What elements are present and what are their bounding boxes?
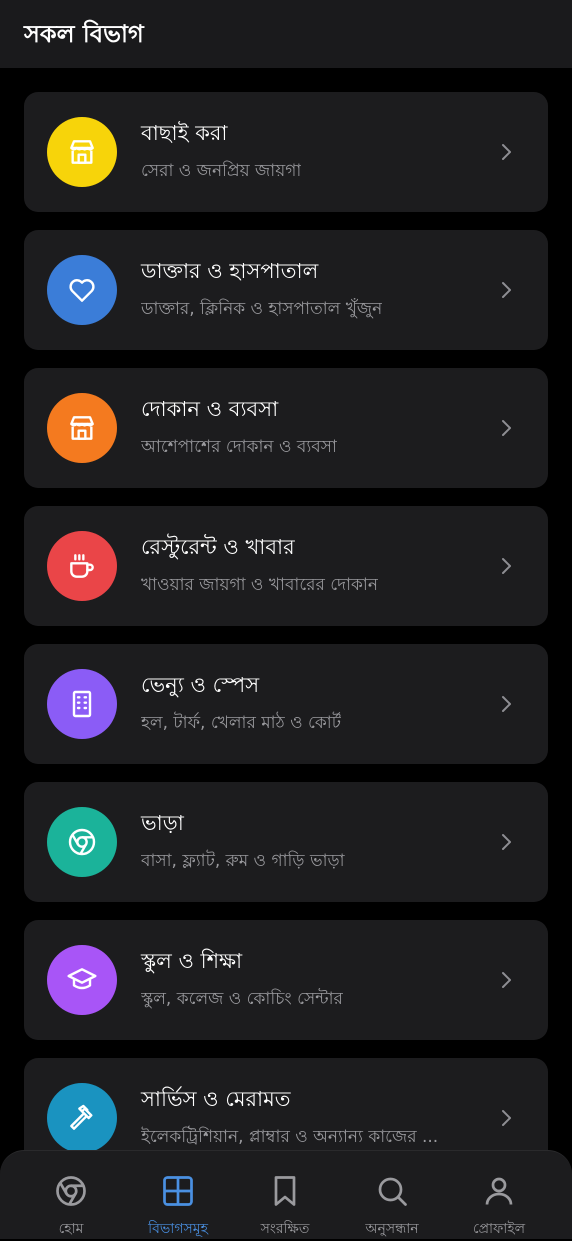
chevron-right-icon — [496, 556, 516, 576]
chevron-right-icon — [496, 694, 516, 714]
category-card[interactable]: স্কুল ও শিক্ষা স্কুল, কলেজ ও কোচিং সেন্টা… — [24, 920, 548, 1040]
search-icon — [374, 1173, 410, 1209]
chevron-right-icon — [496, 280, 516, 300]
category-card[interactable]: রেস্টুরেন্ট ও খাবার খাওয়ার জায়গা ও খাবা… — [24, 506, 548, 626]
category-card[interactable]: দোকান ও ব্যবসা আশেপাশের দোকান ও ব্যবসা — [24, 368, 548, 488]
category-card[interactable]: ডাক্তার ও হাসপাতাল ডাক্তার, ক্লিনিক ও হাস… — [24, 230, 548, 350]
category-subtitle: ইলেকট্রিশিয়ান, প্লাম্বার ও অন্যান্য কাজ… — [141, 1127, 439, 1147]
nav-item-search[interactable]: অনুসন্ধান — [335, 1151, 449, 1239]
category-subtitle: স্কুল, কলেজ ও কোচিং সেন্টার — [141, 989, 343, 1009]
category-title: দোকান ও ব্যবসা — [141, 397, 279, 421]
category-title: ভেন্যু ও স্পেস — [141, 673, 260, 697]
store-icon — [47, 393, 117, 463]
hammer-icon — [47, 1083, 117, 1153]
category-subtitle: আশেপাশের দোকান ও ব্যবসা — [141, 437, 337, 457]
category-title: ডাক্তার ও হাসপাতাল — [141, 259, 319, 283]
nav-label: প্রোফাইল — [472, 1221, 526, 1237]
nav-label: হোম — [58, 1221, 84, 1237]
heart-icon — [47, 255, 117, 325]
category-subtitle: ডাক্তার, ক্লিনিক ও হাসপাতাল খুঁজুন — [141, 299, 383, 319]
category-card[interactable]: বাছাই করা সেরা ও জনপ্রিয় জায়গা — [24, 92, 548, 212]
category-subtitle: বাসা, ফ্ল্যাট, রুম ও গাড়ি ভাড়া — [141, 851, 345, 871]
grid-icon — [160, 1173, 196, 1209]
category-title: রেস্টুরেন্ট ও খাবার — [141, 535, 295, 559]
category-title: ভাড়া — [141, 811, 184, 835]
category-subtitle: হল, টার্ফ, খেলার মাঠ ও কোর্ট — [141, 713, 342, 733]
category-title: স্কুল ও শিক্ষা — [141, 949, 243, 973]
chevron-right-icon — [496, 970, 516, 990]
chevron-right-icon — [496, 418, 516, 438]
chrome-icon — [53, 1173, 89, 1209]
nav-item-user[interactable]: প্রোফাইল — [442, 1151, 556, 1239]
top-app-bar: সকল বিভাগ — [0, 0, 572, 68]
nav-label: অনুসন্ধান — [365, 1221, 419, 1237]
bookmark-icon — [267, 1173, 303, 1209]
chevron-right-icon — [496, 1108, 516, 1128]
nav-item-bookmark[interactable]: সংরক্ষিত — [228, 1151, 342, 1239]
page-title: সকল বিভাগ — [24, 20, 144, 48]
chevron-right-icon — [496, 142, 516, 162]
nav-label: বিভাগসমূহ — [148, 1221, 208, 1237]
chevron-right-icon — [496, 832, 516, 852]
nav-item-chrome[interactable]: হোম — [14, 1151, 128, 1239]
category-subtitle: খাওয়ার জায়গা ও খাবারের দোকান — [141, 575, 379, 595]
store-icon — [47, 117, 117, 187]
coffee-icon — [47, 531, 117, 601]
category-card[interactable]: ভেন্যু ও স্পেস হল, টার্ফ, খেলার মাঠ ও কোর… — [24, 644, 548, 764]
category-title: বাছাই করা — [141, 121, 228, 145]
category-subtitle: সেরা ও জনপ্রিয় জায়গা — [141, 161, 302, 181]
building-icon — [47, 669, 117, 739]
chrome-icon — [47, 807, 117, 877]
category-title: সার্ভিস ও মেরামত — [141, 1087, 291, 1111]
nav-label: সংরক্ষিত — [260, 1221, 310, 1237]
bottom-navigation: হোম বিভাগসমূহ সংরক্ষিত অনুসন্ধান প্রোফাইল — [0, 1150, 572, 1239]
user-icon — [481, 1173, 517, 1209]
nav-item-grid[interactable]: বিভাগসমূহ — [121, 1151, 235, 1239]
category-card[interactable]: ভাড়া বাসা, ফ্ল্যাট, রুম ও গাড়ি ভাড়া — [24, 782, 548, 902]
graduation-cap-icon — [47, 945, 117, 1015]
